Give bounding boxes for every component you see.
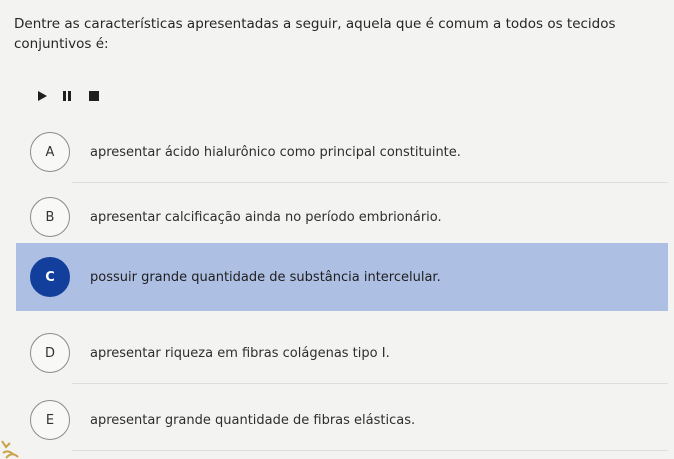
- option-label: apresentar calcificação ainda no período…: [90, 209, 442, 225]
- pause-icon[interactable]: [63, 91, 71, 101]
- divider: [72, 450, 668, 451]
- divider: [72, 182, 668, 183]
- option-c[interactable]: C possuir grande quantidade de substânci…: [16, 243, 668, 311]
- option-letter-badge[interactable]: B: [30, 197, 70, 237]
- option-a[interactable]: A apresentar ácido hialurônico como prin…: [16, 121, 668, 183]
- option-letter-badge[interactable]: D: [30, 333, 70, 373]
- play-icon[interactable]: [38, 91, 47, 101]
- divider: [72, 383, 668, 384]
- option-letter-badge[interactable]: E: [30, 400, 70, 440]
- option-e[interactable]: E apresentar grande quantidade de fibras…: [16, 389, 668, 451]
- option-letter-badge[interactable]: C: [30, 257, 70, 297]
- option-label: apresentar ácido hialurônico como princi…: [90, 144, 461, 160]
- corner-scribble-icon: [1, 440, 19, 459]
- audio-controls: [38, 91, 99, 101]
- question-text: Dentre as características apresentadas a…: [14, 16, 616, 52]
- option-b[interactable]: B apresentar calcificação ainda no perío…: [16, 186, 668, 248]
- option-label: apresentar grande quantidade de fibras e…: [90, 412, 416, 428]
- option-label: possuir grande quantidade de substância …: [90, 269, 441, 285]
- option-label: apresentar riqueza em fibras colágenas t…: [90, 345, 390, 361]
- option-letter-badge[interactable]: A: [30, 132, 70, 172]
- option-d[interactable]: D apresentar riqueza em fibras colágenas…: [16, 322, 668, 384]
- stop-icon[interactable]: [89, 91, 99, 101]
